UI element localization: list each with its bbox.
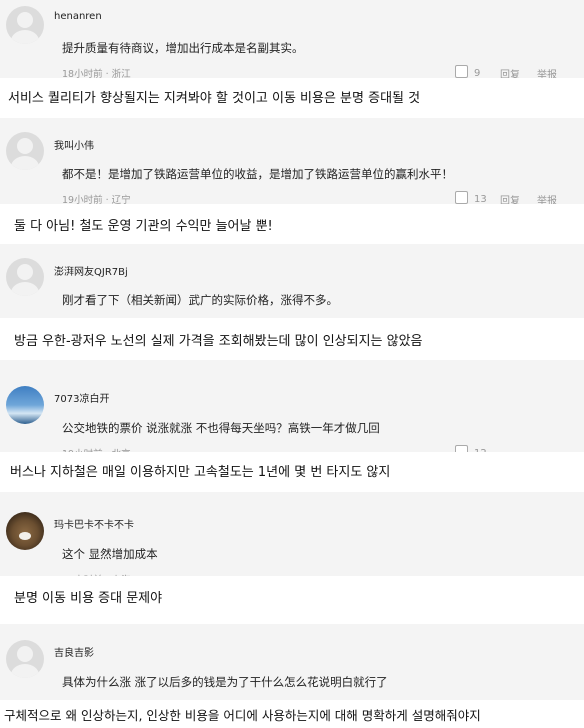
avatar[interactable] <box>6 640 44 678</box>
username[interactable]: 澎湃网友QJR7Bj <box>54 263 128 278</box>
avatar[interactable] <box>6 386 44 424</box>
comment-card: henanren 提升质量有待商议，增加出行成本是名副其实。 18小时前 · 浙… <box>0 0 584 82</box>
username[interactable]: 我叫小伟 <box>54 137 94 152</box>
translation-caption: 둘 다 아님! 철도 운영 기관의 수익만 늘어날 뿐! <box>0 204 584 244</box>
comment-text: 这个 显然增加成本 <box>62 547 158 561</box>
translation-caption: 분명 이동 비용 증대 문제야 <box>0 576 584 624</box>
comment-text: 具体为什么涨 涨了以后多的钱是为了干什么怎么花说明白就行了 <box>62 675 388 689</box>
comment-text: 都不是！是增加了铁路运营单位的收益，是增加了铁路运营单位的赢利水平！ <box>62 167 453 181</box>
translation-caption: 방금 우한-광저우 노선의 실제 가격을 조회해봤는데 많이 인상되지는 않았음 <box>0 318 584 360</box>
comment-card: 玛卡巴卡不卡不卡 这个 显然增加成本 20小时前 · 上海 <box>0 492 584 586</box>
avatar[interactable] <box>6 6 44 44</box>
comment-card: 我叫小伟 都不是！是增加了铁路运营单位的收益，是增加了铁路运营单位的赢利水平！ … <box>0 118 584 207</box>
comment-text: 公交地铁的票价 说涨就涨 不也得每天坐吗？高铁一年才做几回 <box>62 421 380 435</box>
thumbs-up-icon <box>455 191 468 204</box>
username[interactable]: henanren <box>54 11 102 22</box>
avatar[interactable] <box>6 132 44 170</box>
comment-text: 提升质量有待商议，增加出行成本是名副其实。 <box>62 41 304 55</box>
comment-card: 7073凉白开 公交地铁的票价 说涨就涨 不也得每天坐吗？高铁一年才做几回 19… <box>0 360 584 460</box>
avatar[interactable] <box>6 258 44 296</box>
translation-caption: 버스나 지하철은 매일 이용하지만 고속철도는 1년에 몇 번 타지도 않지 <box>0 452 584 492</box>
like-button[interactable]: 9 <box>455 65 480 79</box>
comment-card: 吉良吉影 具体为什么涨 涨了以后多的钱是为了干什么怎么花说明白就行了 <box>0 624 584 704</box>
like-button[interactable]: 13 <box>455 191 487 205</box>
comment-card: 澎湃网友QJR7Bj 刚才看了下（相关新闻）武广的实际价格，涨得不多。 <box>0 244 584 324</box>
avatar[interactable] <box>6 512 44 550</box>
translation-caption: 구체적으로 왜 인상하는지, 인상한 비용을 어디에 사용하는지에 대해 명확하… <box>0 700 584 728</box>
comment-text: 刚才看了下（相关新闻）武广的实际价格，涨得不多。 <box>62 293 338 307</box>
username[interactable]: 7073凉白开 <box>54 390 109 405</box>
username[interactable]: 吉良吉影 <box>54 644 94 659</box>
thumbs-up-icon <box>455 65 468 78</box>
translation-caption: 서비스 퀄리티가 향상될지는 지켜봐야 할 것이고 이동 비용은 분명 증대될 … <box>0 78 584 118</box>
username[interactable]: 玛卡巴卡不卡不卡 <box>54 516 134 531</box>
